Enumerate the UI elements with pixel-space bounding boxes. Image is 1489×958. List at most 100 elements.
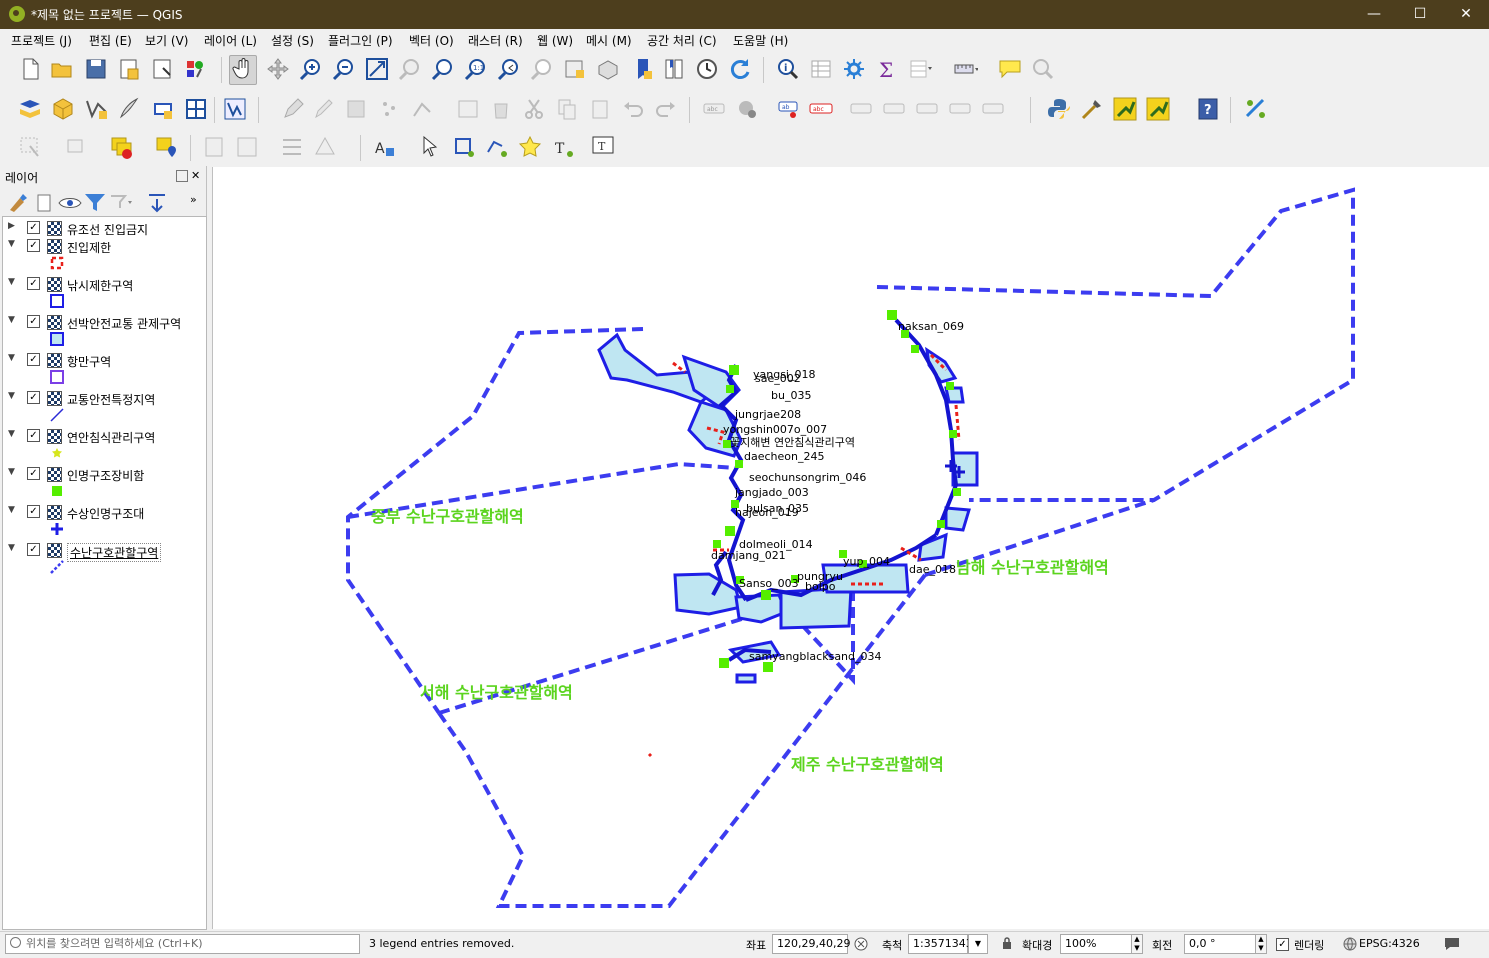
pan-map-icon[interactable] (229, 55, 257, 85)
layer-row[interactable]: ▼ ✓ 낚시제한구역 (3, 275, 203, 293)
new-shapefile-icon[interactable] (84, 96, 110, 122)
text-annotation-icon[interactable]: T (590, 134, 616, 160)
menu-view[interactable]: 보기 (V) (145, 32, 188, 49)
new-geopackage-icon[interactable] (50, 96, 76, 122)
open-attribute-table-icon[interactable] (808, 56, 834, 82)
show-bookmarks-icon[interactable] (661, 56, 687, 82)
menu-edit[interactable]: 편집 (E) (89, 32, 132, 49)
messages-icon[interactable] (1444, 937, 1460, 951)
crs-globe-icon[interactable] (1343, 937, 1357, 951)
annotation-select-icon[interactable] (418, 134, 444, 160)
layer-row[interactable]: ▼ ✓ 인명구조장비함 (3, 465, 203, 483)
plugin-tool-icon[interactable] (1079, 96, 1105, 122)
close-button[interactable]: ✕ (1443, 0, 1489, 29)
menu-vector[interactable]: 벡터 (O) (409, 32, 454, 49)
add-vector-layer-icon[interactable] (222, 96, 248, 122)
layer-checkbox[interactable]: ✓ (27, 543, 40, 556)
field-calculator-icon[interactable] (201, 134, 227, 160)
new-virtual-layer-icon[interactable] (183, 96, 209, 122)
layer-checkbox[interactable]: ✓ (27, 221, 40, 234)
layer-row[interactable]: ▶ ✓ 유조선 진입금지 (3, 219, 203, 237)
menu-raster[interactable]: 래스터 (R) (468, 32, 523, 49)
cut-features-icon[interactable] (521, 96, 547, 122)
style-manager-icon[interactable] (182, 56, 208, 82)
select-features-icon[interactable] (18, 134, 44, 160)
menu-layer[interactable]: 레이어 (L) (204, 32, 257, 49)
menu-processing[interactable]: 공간 처리 (C) (647, 32, 717, 49)
zoom-last-icon[interactable] (496, 56, 522, 82)
layer-checkbox[interactable]: ✓ (27, 315, 40, 328)
layer-row[interactable]: ▼ ✓ 연안침식관리구역 (3, 427, 203, 445)
layer-row[interactable]: ▼ ✓ 수난구호관할구역 (3, 541, 203, 562)
save-project-icon[interactable] (83, 56, 109, 82)
new-project-icon[interactable] (17, 56, 43, 82)
scale-field[interactable]: 1:3571343 (908, 934, 973, 954)
current-edits-icon[interactable] (280, 96, 306, 122)
layer-row[interactable]: ▼ ✓ 교통안전특정지역 (3, 389, 203, 407)
crs-label[interactable]: EPSG:4326 (1359, 937, 1420, 950)
change-label-icon[interactable] (980, 96, 1006, 122)
open-project-icon[interactable] (49, 56, 75, 82)
layer-row[interactable]: ▼ ✓ 항만구역 (3, 351, 203, 369)
layer-checkbox[interactable]: ✓ (27, 277, 40, 290)
help-icon[interactable]: ? (1195, 96, 1221, 122)
zoom-to-selection-icon[interactable] (397, 56, 423, 82)
expand-all-icon[interactable] (144, 190, 166, 213)
annotation-line-icon[interactable] (484, 134, 510, 160)
python-console-icon[interactable] (1046, 96, 1072, 122)
modify-attributes-icon[interactable] (455, 96, 481, 122)
pan-to-selection-icon[interactable] (265, 56, 291, 82)
expanded-arrow-icon[interactable]: ▼ (8, 278, 16, 287)
rotate-label-icon[interactable] (947, 96, 973, 122)
highlight-pinned-labels-icon[interactable]: ab (776, 96, 802, 122)
coordinate-field[interactable]: 120,29,40,29 (772, 934, 850, 954)
invert-selection-icon[interactable] (279, 134, 305, 160)
new-map-view-icon[interactable] (562, 56, 588, 82)
vertex-tool-icon[interactable] (410, 96, 436, 122)
delete-selected-icon[interactable] (488, 96, 514, 122)
minimize-button[interactable]: — (1351, 0, 1397, 29)
expanded-arrow-icon[interactable]: ▼ (8, 544, 16, 553)
add-point-feature-icon[interactable] (377, 96, 403, 122)
layer-row[interactable]: ▼ ✓ 수상인명구조대 (3, 503, 203, 521)
expanded-arrow-icon[interactable]: ▼ (8, 354, 16, 363)
mouse-coords-icon[interactable] (854, 937, 868, 951)
pin-labels-icon[interactable] (848, 96, 874, 122)
diagram-options-icon[interactable] (734, 96, 760, 122)
annotation-point-text-icon[interactable]: T (550, 134, 576, 160)
expanded-arrow-icon[interactable]: ▼ (8, 468, 16, 477)
select-by-value-icon[interactable] (64, 134, 90, 160)
layer-row[interactable]: ▼ ✓ 선박안전교통 관제구역 (3, 313, 203, 331)
magnifier-field[interactable]: 100% (1060, 934, 1132, 954)
zoom-in-icon[interactable] (298, 56, 324, 82)
filter-expression-icon[interactable] (108, 190, 136, 212)
zoom-to-layer-icon[interactable] (430, 56, 456, 82)
statistical-summary-icon[interactable]: Σ (874, 56, 900, 82)
filter-legend-icon[interactable] (82, 190, 105, 212)
expanded-arrow-icon[interactable]: ▼ (8, 316, 16, 325)
show-hide-labels-icon[interactable] (881, 96, 907, 122)
undo-icon[interactable] (620, 96, 646, 122)
menu-plugins[interactable]: 플러그인 (P) (328, 32, 393, 49)
style-icon[interactable] (5, 190, 27, 212)
expanded-arrow-icon[interactable]: ▼ (8, 240, 16, 249)
new-3d-view-icon[interactable] (595, 56, 621, 82)
menu-help[interactable]: 도움말 (H) (733, 32, 788, 49)
select-all-icon[interactable] (234, 134, 260, 160)
new-temp-layer-icon[interactable] (150, 96, 176, 122)
layer-checkbox[interactable]: ✓ (27, 505, 40, 518)
magnifier-spinner-icon[interactable]: ▲ ▼ (1131, 934, 1143, 954)
expanded-arrow-icon[interactable]: ▼ (8, 430, 16, 439)
zoom-full-icon[interactable] (364, 56, 390, 82)
measure-icon[interactable] (952, 56, 978, 82)
zoom-next-icon[interactable] (529, 56, 555, 82)
plugin-one-icon[interactable] (1112, 96, 1138, 122)
deselect-features-icon[interactable] (109, 134, 135, 160)
rotation-spinner-icon[interactable]: ▲ ▼ (1255, 934, 1267, 954)
copy-features-icon[interactable] (554, 96, 580, 122)
map-svg[interactable]: naksan_069 yangsi_018 sae_002 bu_035 jun… (213, 167, 1489, 929)
zoom-out-icon[interactable] (331, 56, 357, 82)
measure-area-icon[interactable] (312, 134, 338, 160)
temporal-controller-icon[interactable] (694, 56, 720, 82)
add-group-icon[interactable] (32, 190, 54, 212)
